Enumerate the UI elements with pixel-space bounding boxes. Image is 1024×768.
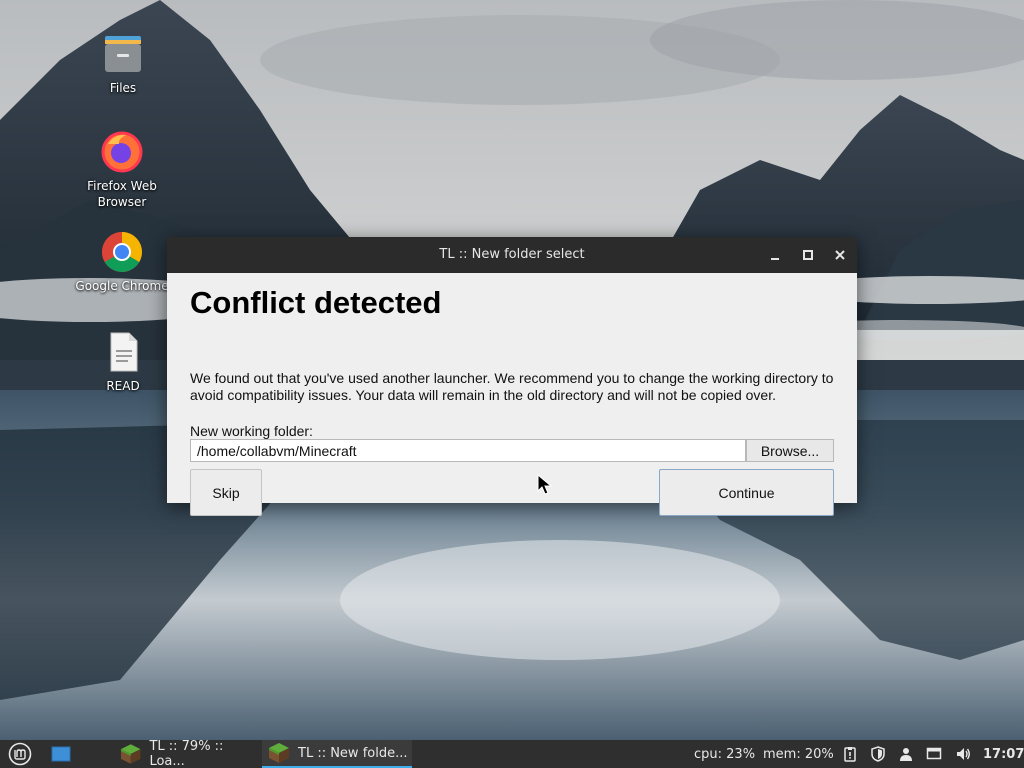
taskbar-task-loading[interactable]: TL :: 79% :: Loa... (114, 739, 260, 768)
folder-label: New working folder: (190, 423, 313, 439)
mint-menu-icon[interactable] (6, 740, 34, 768)
window-title: TL :: New folder select (439, 247, 585, 262)
dialog-titlebar[interactable]: TL :: New folder select (167, 237, 857, 273)
clipboard-icon[interactable] (840, 740, 860, 768)
desktop-icon-label: Google Chrome (75, 279, 169, 293)
skip-button[interactable]: Skip (190, 469, 262, 516)
maximize-icon[interactable] (798, 245, 818, 265)
taskbar: TL :: 79% :: Loa... TL :: New folde... c… (0, 739, 1024, 768)
mouse-cursor-icon (537, 473, 553, 496)
memory-usage: mem: 20% (763, 746, 834, 762)
desktop-icon-label: READ (106, 379, 140, 393)
files-folder-icon (101, 32, 145, 76)
working-folder-input[interactable] (190, 439, 746, 462)
volume-icon[interactable] (953, 740, 973, 768)
text-document-icon (101, 330, 145, 374)
desktop-icon-label: Files (109, 81, 137, 95)
desktop-icon-firefox[interactable]: Firefox Web Browser (74, 130, 170, 210)
conflict-message: We found out that you've used another la… (190, 370, 834, 403)
dialog-body: Conflict detected We found out that you'… (167, 273, 857, 516)
task-label: TL :: 79% :: Loa... (149, 739, 224, 768)
minimize-icon[interactable] (765, 245, 785, 265)
show-desktop-icon[interactable] (50, 740, 72, 768)
desktop-icon-chrome[interactable]: Google Chrome (74, 230, 170, 294)
display-icon[interactable] (924, 740, 944, 768)
minecraft-grass-icon (120, 744, 141, 764)
taskbar-task-folder-select[interactable]: TL :: New folde... (262, 740, 412, 768)
desktop-icon-files[interactable]: Files (75, 32, 171, 96)
desktop-icon-label: Firefox Web Browser (87, 179, 157, 209)
browse-button[interactable]: Browse... (746, 439, 834, 462)
desktop-icon-readme[interactable]: READ (75, 330, 171, 394)
close-icon[interactable] (830, 245, 850, 265)
firefox-icon (100, 130, 144, 174)
task-label: TL :: New folde... (298, 745, 408, 761)
cpu-usage: cpu: 23% (694, 746, 756, 762)
chrome-icon (100, 230, 144, 274)
folder-select-dialog: TL :: New folder select Conflict detecte… (167, 237, 857, 516)
user-icon[interactable] (896, 740, 916, 768)
shield-icon[interactable] (868, 740, 888, 768)
clock[interactable]: 17:07 (983, 740, 1024, 768)
conflict-heading: Conflict detected (190, 285, 442, 320)
continue-button[interactable]: Continue (659, 469, 834, 516)
minecraft-grass-icon (269, 743, 289, 763)
